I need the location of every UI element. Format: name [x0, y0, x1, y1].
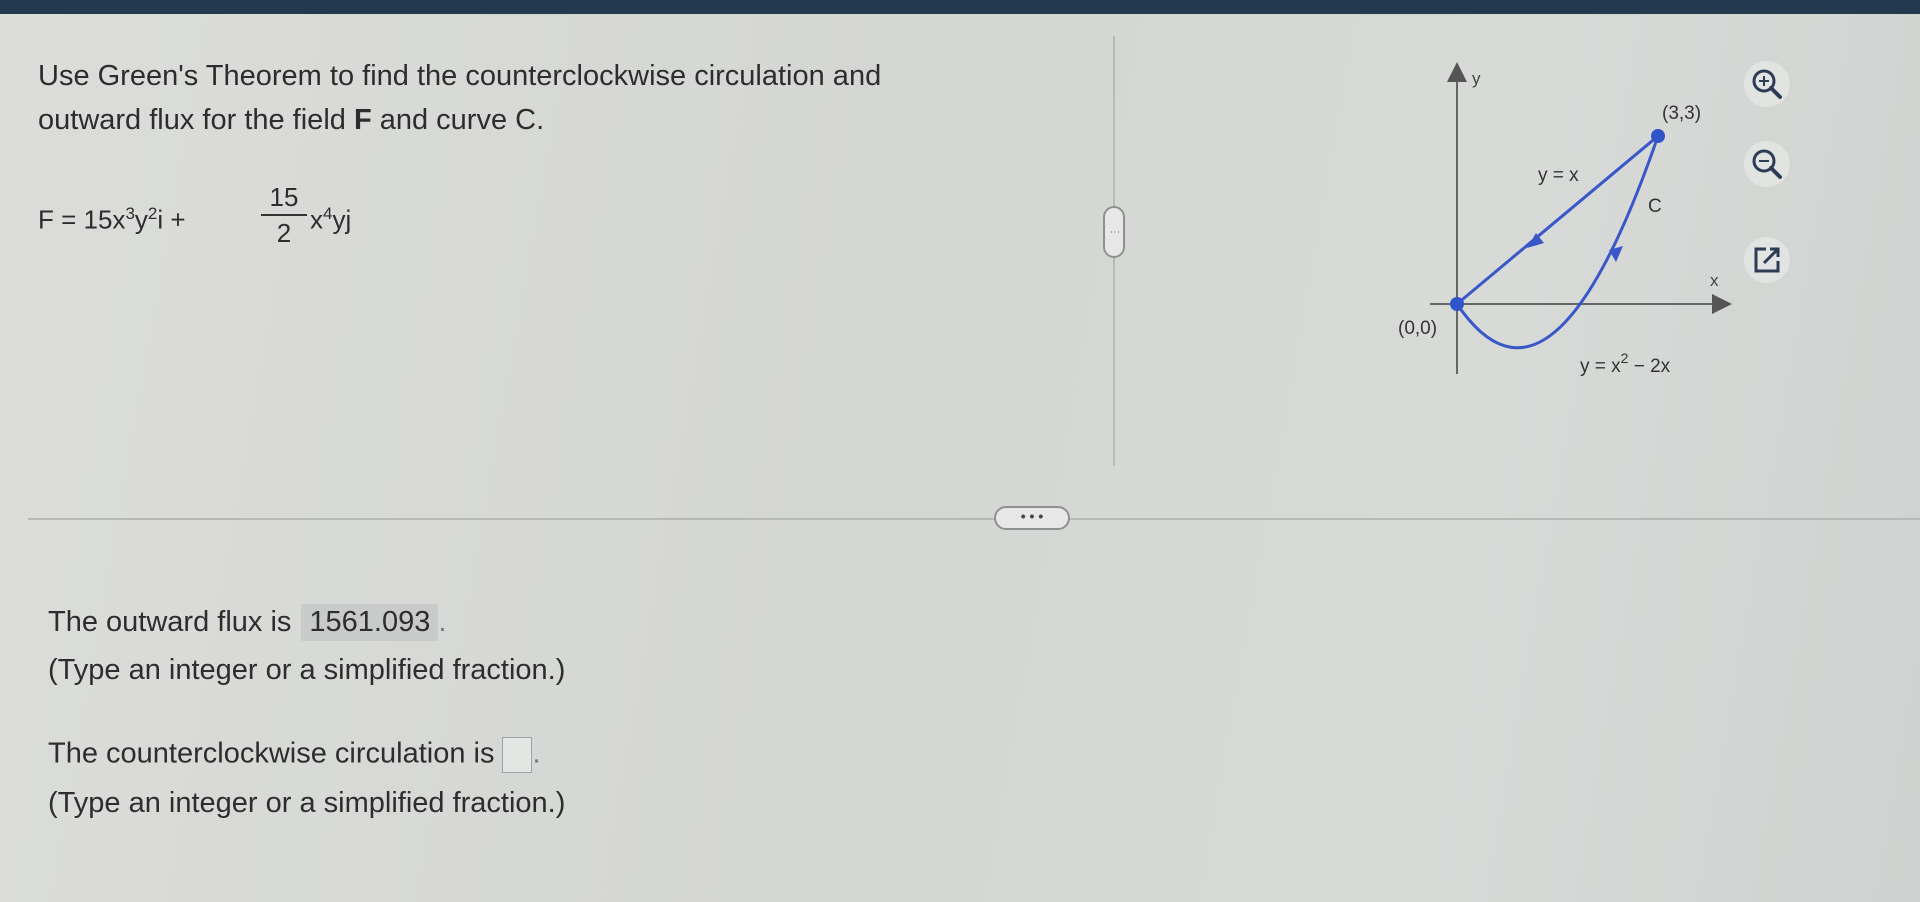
flux-period: .	[438, 606, 447, 638]
top-point	[1651, 129, 1665, 143]
flux-label: The outward flux is	[48, 606, 292, 638]
circulation-period: .	[532, 737, 541, 770]
curve-graph: y x (3,3) (0,0) y = x C y = x2 − 2x	[1398, 62, 1732, 377]
formula-x: x	[310, 204, 323, 235]
fraction-bar	[261, 214, 307, 216]
parabola-label: y = x2 − 2x	[1580, 350, 1671, 377]
flux-hint: (Type an integer or a simplified fractio…	[48, 654, 566, 686]
line-label: y = x	[1538, 165, 1579, 186]
zoom-out-icon	[1752, 149, 1782, 179]
popout-button[interactable]	[1744, 237, 1790, 283]
parabola-label-post: − 2x	[1628, 356, 1670, 377]
circulation-answer-input[interactable]	[502, 737, 533, 773]
vertical-handle-glyph: ⋮	[1109, 227, 1120, 237]
question-line-1: Use Green's Theorem to find the counterc…	[38, 60, 882, 92]
flux-row: The outward flux is 1561.093.	[48, 604, 446, 641]
zoom-in-icon	[1752, 69, 1782, 99]
zoom-out-button[interactable]	[1744, 141, 1790, 187]
y-axis-label: y	[1472, 69, 1481, 88]
formula-exp-1: 3	[125, 204, 135, 223]
zoom-in-button[interactable]	[1744, 61, 1790, 107]
top-point-label: (3,3)	[1662, 103, 1701, 124]
circulation-row: The counterclockwise circulation is.	[48, 737, 541, 773]
vertical-resize-handle[interactable]: ⋮	[1103, 206, 1125, 258]
curve-name-label: C	[1648, 196, 1662, 217]
fraction-numerator: 15	[269, 182, 299, 212]
parabola-exp: 2	[1621, 350, 1629, 366]
flux-answer-field[interactable]: 1561.093	[301, 604, 439, 641]
formula-y: y	[134, 204, 148, 235]
circulation-label: The counterclockwise circulation is	[48, 737, 495, 770]
origin-point	[1450, 297, 1464, 311]
formula-lhs: F = 15x	[38, 204, 126, 235]
fraction-denominator: 2	[276, 218, 292, 248]
formula-exp-2: 2	[147, 204, 158, 223]
formula-i-plus: i +	[157, 204, 186, 235]
question-line-2: outward flux for the field F and curve C…	[38, 98, 1078, 142]
formula-yj: yj	[332, 204, 352, 235]
popout-icon	[1754, 247, 1780, 273]
line-y-equals-x	[1456, 134, 1659, 306]
field-formula: F = 15x3y2i + 15 2 x4yj	[38, 182, 498, 272]
question-line-2-post: and curve C.	[371, 104, 545, 136]
formula-second-term: x4yj	[310, 204, 351, 236]
field-symbol: F	[353, 104, 372, 136]
parabola-label-pre: y = x	[1580, 356, 1621, 377]
question-text: Use Green's Theorem to find the counterc…	[38, 54, 1078, 142]
formula-first-term: F = 15x3y2i +	[38, 204, 186, 236]
window-top-bar	[0, 0, 1920, 14]
origin-point-label: (0,0)	[1398, 318, 1437, 339]
question-page: Use Green's Theorem to find the counterc…	[0, 14, 1920, 902]
formula-fraction: 15 2	[261, 182, 307, 248]
horizontal-handle-glyph: • • •	[1020, 508, 1044, 524]
horizontal-divider	[28, 518, 1920, 520]
horizontal-resize-handle[interactable]: • • •	[994, 506, 1070, 530]
question-line-2-pre: outward flux for the field	[38, 104, 354, 136]
x-axis-label: x	[1710, 271, 1719, 290]
circulation-hint: (Type an integer or a simplified fractio…	[48, 787, 566, 819]
